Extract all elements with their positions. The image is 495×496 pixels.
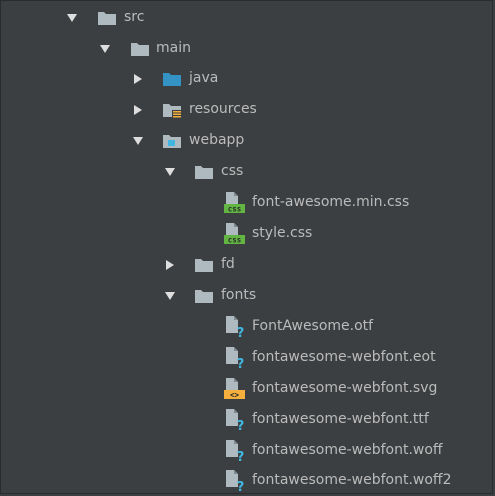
folder-icon (195, 166, 213, 179)
tree-file-fontawesome-webfont-eot[interactable]: ? fontawesome-webfont.eot (0, 342, 495, 373)
tree-file-fontawesome-webfont-woff[interactable]: ? fontawesome-webfont.woff (0, 435, 495, 466)
tree-node-label: java (189, 70, 219, 86)
css-badge-text: css (228, 205, 242, 214)
chevron-down-icon[interactable] (164, 166, 176, 178)
folder-icon (195, 259, 213, 272)
tree-node-label: FontAwesome.otf (252, 318, 374, 334)
folder-icon (98, 12, 116, 25)
tree-node-src[interactable]: src (0, 2, 495, 33)
unknown-file-icon: ? (226, 440, 245, 462)
folder-icon (131, 43, 149, 56)
tree-node-label: webapp (189, 132, 245, 148)
tree-node-label: fontawesome-webfont.eot (252, 349, 436, 365)
tree-node-label: fontawesome-webfont.woff2 (252, 472, 452, 488)
unknown-file-icon: ? (226, 347, 245, 369)
chevron-right-icon[interactable] (164, 259, 176, 271)
tree-node-fd[interactable]: fd (0, 249, 495, 280)
tree-node-label: resources (189, 101, 257, 117)
tree-file-fontawesome-webfont-woff2[interactable]: ? fontawesome-webfont.woff2 (0, 465, 495, 496)
tree-file-fontawesome-webfont-svg[interactable]: <> fontawesome-webfont.svg (0, 373, 495, 404)
tree-node-resources[interactable]: resources (0, 94, 495, 125)
unknown-badge-text: ? (237, 326, 245, 338)
chevron-down-icon[interactable] (132, 135, 144, 147)
tree-node-java[interactable]: java (0, 63, 495, 94)
tree-node-label: fonts (221, 287, 257, 303)
web-folder-icon (163, 135, 181, 148)
tree-file-style-css[interactable]: css style.css (0, 218, 495, 249)
unknown-badge-text: ? (237, 450, 245, 462)
unknown-file-icon: ? (226, 470, 245, 492)
svg-badge-text: <> (230, 391, 240, 400)
unknown-file-icon: ? (226, 316, 245, 338)
chevron-down-icon[interactable] (99, 43, 111, 55)
tree-node-label: src (124, 9, 145, 25)
tree-node-label: fontawesome-webfont.svg (252, 380, 438, 396)
source-folder-icon (163, 73, 181, 86)
tree-node-label: fontawesome-webfont.ttf (252, 411, 429, 427)
tree-node-label: font-awesome.min.css (252, 194, 410, 210)
unknown-badge-text: ? (237, 419, 245, 431)
tree-node-fonts[interactable]: fonts (0, 280, 495, 311)
tree-file-fontawesome-otf[interactable]: ? FontAwesome.otf (0, 311, 495, 342)
chevron-down-icon[interactable] (66, 12, 78, 24)
resources-folder-icon (163, 104, 181, 118)
tree-node-label: fd (221, 256, 235, 272)
tree-node-main[interactable]: main (0, 33, 495, 64)
tree-node-css[interactable]: css (0, 156, 495, 187)
chevron-right-icon[interactable] (132, 104, 144, 116)
svg-file-icon: <> (224, 378, 245, 400)
chevron-right-icon[interactable] (132, 73, 144, 85)
tree-node-label: fontawesome-webfont.woff (252, 442, 443, 458)
tree-node-webapp[interactable]: webapp (0, 125, 495, 156)
unknown-file-icon: ? (226, 409, 245, 431)
tree-node-label: css (221, 163, 244, 179)
css-file-icon: css (224, 223, 245, 245)
unknown-badge-text: ? (237, 357, 245, 369)
chevron-down-icon[interactable] (164, 290, 176, 302)
folder-icon (195, 290, 213, 303)
unknown-badge-text: ? (237, 480, 245, 492)
css-badge-text: css (228, 236, 242, 245)
css-file-icon: css (224, 192, 245, 214)
tree-file-font-awesome-min-css[interactable]: css font-awesome.min.css (0, 187, 495, 218)
tree-node-label: style.css (252, 225, 313, 241)
tree-file-fontawesome-webfont-ttf[interactable]: ? fontawesome-webfont.ttf (0, 404, 495, 435)
tree-node-label: main (156, 40, 191, 56)
